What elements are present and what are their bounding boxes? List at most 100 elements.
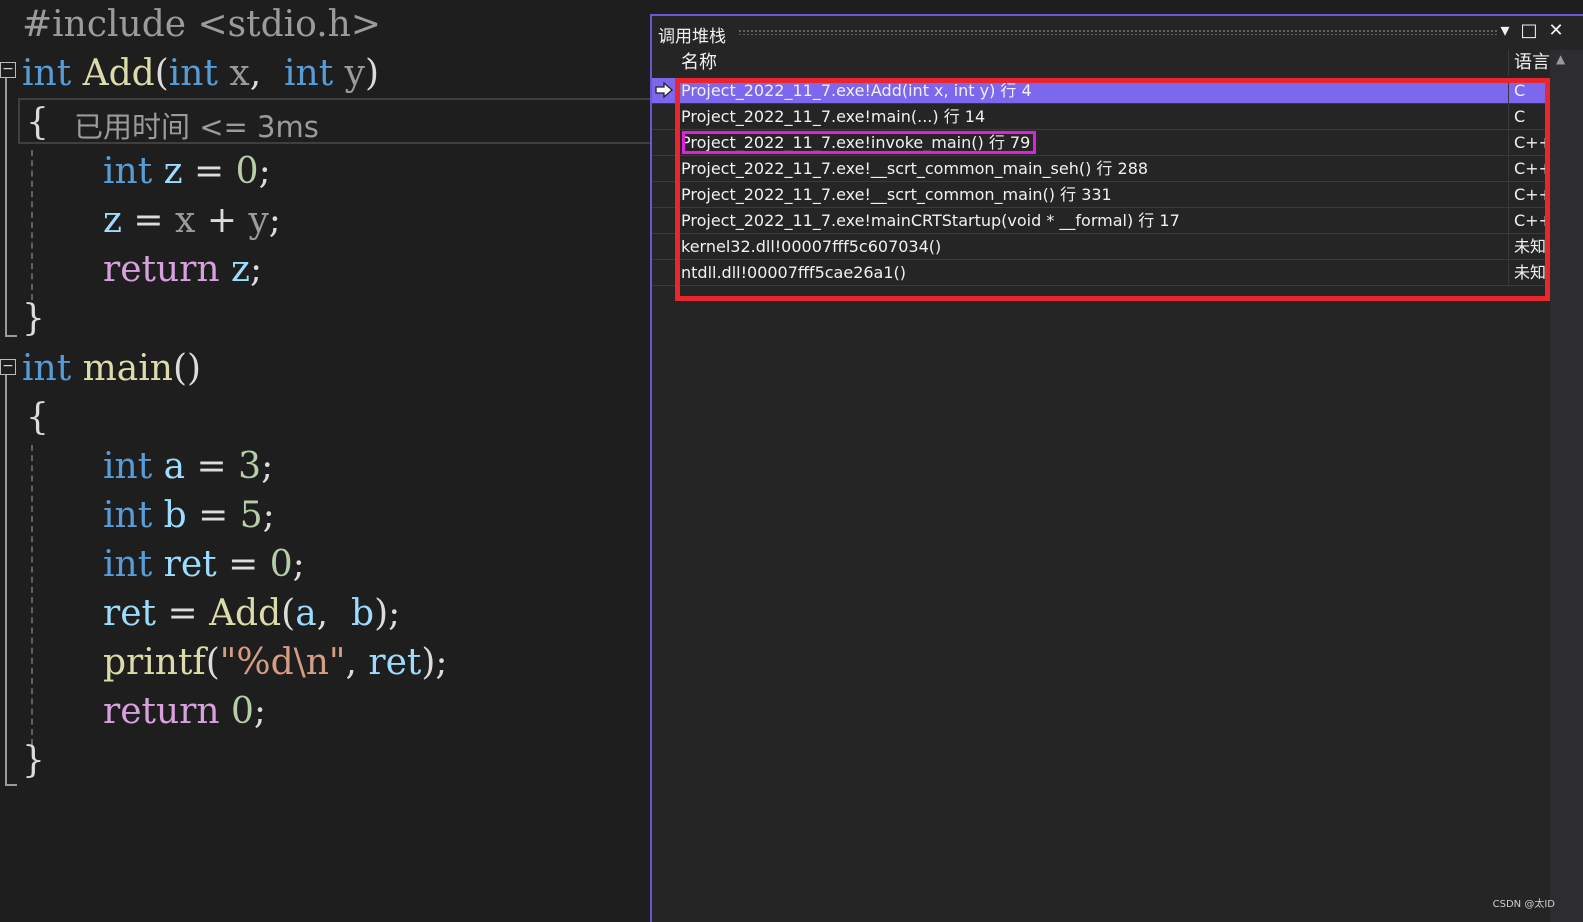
watermark: CSDN @太ID [1492,899,1555,910]
title-grip[interactable] [738,29,1498,35]
frame-language: C++ [1508,130,1552,155]
row-gutter [652,104,677,129]
row-gutter [652,156,677,181]
code-line-8: int main() [22,344,201,393]
function-name: Add [82,53,155,94]
frame-name: Project_2022_11_7.exe!invoke_main() 行 79 [681,133,1031,152]
number: 0 [231,691,254,732]
keyword: int [22,53,72,94]
keyword: int [103,151,153,192]
stack-frame-row[interactable]: kernel32.dll!00007fff5c607034() 未知 [652,234,1550,260]
frame-name: Project_2022_11_7.exe!main(...) 行 14 [681,107,986,126]
stack-frame-row[interactable]: Project_2022_11_7.exe!__scrt_common_main… [652,156,1552,182]
operator: + [206,200,237,241]
dropdown-icon[interactable]: ▾ [1494,20,1516,41]
paren: ) [421,642,436,683]
semicolon: ; [262,495,275,536]
include-directive: #include <stdio.h> [22,4,382,45]
stack-frame-row[interactable]: Project_2022_11_7.exe!Add(int x, int y) … [652,78,1550,104]
frame-language: C [1508,104,1525,129]
semicolon: ; [249,249,263,290]
scroll-up-icon[interactable]: ▲ [1556,52,1565,66]
code-editor[interactable]: − − #include <stdio.h> int Add(int x, in… [0,0,658,922]
comma: , [316,593,329,634]
row-gutter [652,208,677,233]
keyword: int [168,53,218,94]
return-keyword: return [103,691,220,732]
code-line-9: { [26,393,49,442]
stack-frame-row[interactable]: ntdll.dll!00007fff5cae26a1() 未知 [652,260,1550,286]
operator: = [198,495,229,536]
keyword: int [103,495,153,536]
close-icon[interactable]: ✕ [1545,20,1567,41]
stack-frame-row[interactable]: Project_2022_11_7.exe!main(...) 行 14 C [652,104,1550,130]
variable: z [231,249,250,290]
semicolon: ; [388,593,401,634]
variable: ret [368,642,422,683]
perf-tip[interactable]: 已用时间 <= 3ms [74,104,319,146]
param: y [248,200,269,241]
code-line-16: } [22,736,45,785]
semicolon: ; [435,642,448,683]
operator: = [228,544,259,585]
paren: ( [154,53,169,94]
frame-name: Project_2022_11_7.exe!__scrt_common_main… [681,159,1149,178]
fold-end-add [5,335,17,337]
collapse-main-icon[interactable]: − [0,359,16,375]
variable: ret [103,593,156,634]
collapse-add-icon[interactable]: − [0,62,16,78]
fold-line-main [5,375,7,785]
keyword: int [103,544,153,585]
frame-language: 未知 [1508,234,1546,259]
fold-end-main [5,784,17,786]
vertical-scrollbar[interactable]: ▲ [1550,50,1583,922]
function-name: main [82,348,173,389]
paren: ( [281,593,296,634]
number: 0 [235,151,259,192]
indent-guide-add [31,150,33,300]
variable: b [163,495,187,536]
return-keyword: return [103,249,220,290]
comma: , [249,53,262,94]
panel-title[interactable]: 调用堆栈 [658,22,726,47]
code-line-1: #include <stdio.h> [22,0,381,49]
brace: } [22,298,45,339]
column-header-language[interactable]: 语言 [1508,50,1550,76]
frame-name: ntdll.dll!00007fff5cae26a1() [681,263,907,282]
variable: z [163,151,183,192]
row-gutter [652,182,677,207]
string-literal: "%d\n" [219,642,346,683]
code-line-12: int ret = 0; [103,540,305,589]
code-line-4: int z = 0; [103,147,271,196]
row-gutter [652,260,677,285]
row-gutter [652,234,677,259]
operator: = [167,593,198,634]
current-frame-arrow-icon [655,81,673,99]
semicolon: ; [253,691,267,732]
frame-name: Project_2022_11_7.exe!Add(int x, int y) … [681,81,1032,100]
column-header-name[interactable]: 名称 [681,50,717,76]
function-name: Add [209,593,282,634]
code-line-3: { [26,98,49,147]
code-line-2: int Add(int x, int y) [22,49,379,98]
code-line-5: z = x + y; [103,196,281,245]
row-gutter [652,78,677,103]
code-line-11: int b = 5; [103,491,275,540]
brace: } [22,740,45,781]
frame-language: C++ [1508,156,1552,181]
frame-language: C++ [1508,208,1552,233]
param: x [229,53,250,94]
keyword: int [103,446,153,487]
stack-frame-row[interactable]: Project_2022_11_7.exe!mainCRTStartup(voi… [652,208,1552,234]
stack-frame-row[interactable]: Project_2022_11_7.exe!__scrt_common_main… [652,182,1552,208]
stack-frame-row[interactable]: Project_2022_11_7.exe!invoke_main() 行 79… [652,130,1552,156]
paren: ) [374,593,389,634]
maximize-icon[interactable]: □ [1518,20,1540,41]
operator: = [194,151,225,192]
frame-name: Project_2022_11_7.exe!__scrt_common_main… [681,185,1112,204]
variable: ret [163,544,217,585]
paren: ( [205,642,220,683]
param: x [175,200,196,241]
brace: { [26,102,49,143]
code-line-15: return 0; [103,687,266,736]
